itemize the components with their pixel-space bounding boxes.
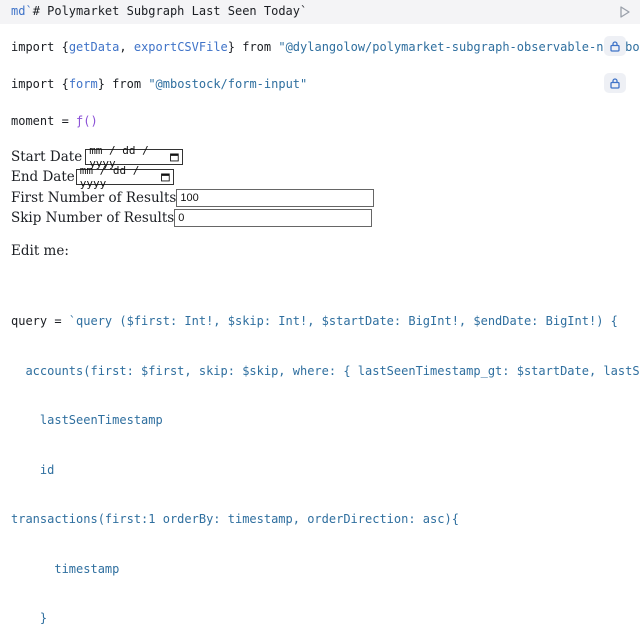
skip-results-input[interactable] bbox=[174, 209, 373, 227]
import-name-exportcsvfile: exportCSVFile bbox=[133, 40, 228, 54]
query-line: id bbox=[11, 462, 640, 479]
query-line-6: } bbox=[11, 611, 48, 625]
equals: = bbox=[54, 114, 77, 128]
markdown-cell-header[interactable]: md`# Polymarket Subgraph Last Seen Today… bbox=[0, 0, 640, 24]
import-keyword: import bbox=[11, 77, 55, 91]
first-results-label: First Number of Results bbox=[11, 190, 177, 206]
brace-open: { bbox=[54, 40, 69, 54]
brace-close: } bbox=[227, 40, 235, 54]
query-line: lastSeenTimestamp bbox=[11, 412, 640, 429]
start-date-input[interactable]: mm / dd / yyyy bbox=[85, 144, 184, 170]
end-date-input[interactable]: mm / dd / yyyy bbox=[75, 164, 174, 190]
start-date-label: Start Date bbox=[11, 149, 83, 165]
calendar-icon[interactable] bbox=[161, 172, 170, 182]
brace-close: } bbox=[97, 77, 105, 91]
lock-icon[interactable] bbox=[604, 36, 626, 56]
import-cell-data[interactable]: import {getData, exportCSVFile} from "@d… bbox=[11, 40, 640, 54]
end-date-label: End Date bbox=[11, 169, 75, 185]
md-suffix: ` bbox=[300, 4, 308, 18]
skip-results-row: Skip Number of Results bbox=[11, 208, 373, 228]
variable-name: moment bbox=[11, 114, 55, 128]
end-date-row: End Date mm / dd / yyyy bbox=[11, 164, 174, 190]
first-results-input[interactable] bbox=[176, 189, 375, 207]
import-cell-form[interactable]: import {form} from "@mbostock/form-input… bbox=[11, 77, 307, 91]
comma: , bbox=[119, 40, 134, 54]
import-source: "@dylangolow/polymarket-subgraph-observa… bbox=[278, 40, 640, 54]
md-prefix: md` bbox=[11, 4, 33, 18]
query-line: query = `query ($first: Int!, $skip: Int… bbox=[11, 313, 640, 330]
from-keyword: from bbox=[235, 40, 279, 54]
date-placeholder: mm / dd / yyyy bbox=[79, 164, 140, 190]
run-cell-icon[interactable] bbox=[620, 6, 630, 18]
query-line: accounts(first: $first, skip: $skip, whe… bbox=[11, 363, 640, 380]
from-keyword: from bbox=[104, 77, 149, 91]
query-line-2: lastSeenTimestamp bbox=[11, 413, 163, 427]
edit-me-label: Edit me: bbox=[11, 243, 69, 259]
query-cell[interactable]: query = `query ($first: Int!, $skip: Int… bbox=[11, 280, 640, 643]
first-results-row: First Number of Results bbox=[11, 188, 375, 208]
skip-results-label: Skip Number of Results bbox=[11, 210, 175, 226]
query-line-3: id bbox=[11, 462, 55, 477]
import-source: "@mbostock/form-input" bbox=[148, 77, 308, 91]
calendar-icon[interactable] bbox=[170, 152, 180, 162]
query-line: } bbox=[11, 610, 640, 627]
query-line-0: query = `query ($first: Int!, $skip: Int… bbox=[11, 314, 618, 328]
moment-cell[interactable]: moment = ƒ() bbox=[11, 114, 98, 128]
import-name-getdata: getData bbox=[68, 40, 120, 54]
markdown-source: md`# Polymarket Subgraph Last Seen Today… bbox=[11, 4, 307, 18]
import-keyword: import bbox=[11, 40, 55, 54]
query-line-5: timestamp bbox=[11, 561, 120, 576]
lock-icon[interactable] bbox=[604, 73, 626, 93]
brace-open: { bbox=[54, 77, 69, 91]
query-line-1: accounts(first: $first, skip: $skip, whe… bbox=[25, 363, 640, 378]
query-line-4: transactions(first:1 orderBy: timestamp,… bbox=[11, 512, 459, 526]
query-line: transactions(first:1 orderBy: timestamp,… bbox=[11, 511, 640, 528]
markdown-title: # Polymarket Subgraph Last Seen Today bbox=[32, 4, 300, 18]
function-value[interactable]: ƒ() bbox=[76, 114, 98, 128]
query-line: timestamp bbox=[11, 561, 640, 578]
import-name-form: form bbox=[68, 77, 98, 91]
